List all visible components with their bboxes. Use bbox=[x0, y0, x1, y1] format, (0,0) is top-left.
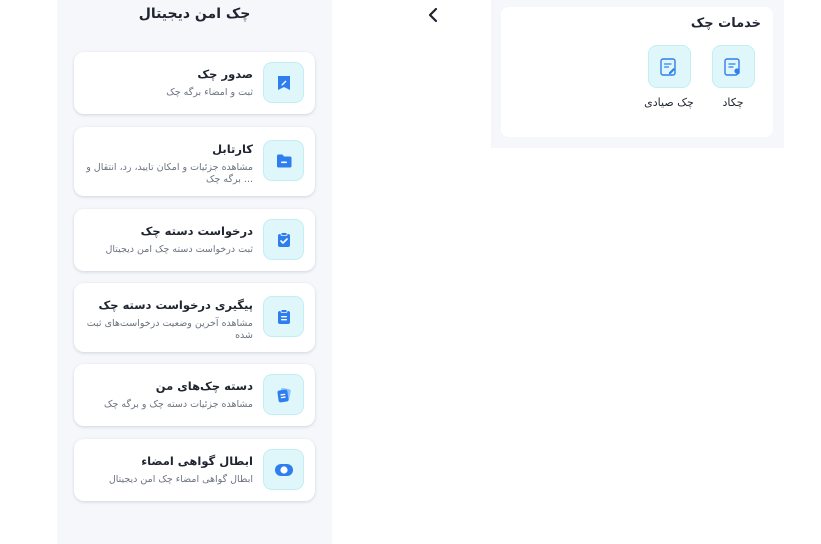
item-subtitle: ثبت درخواست دسته چک امن دیجیتال bbox=[105, 244, 254, 255]
clipboard-check-icon bbox=[263, 219, 304, 260]
service-label: چک صیادی bbox=[644, 96, 694, 109]
service-chakad[interactable]: چکاد bbox=[703, 45, 763, 109]
section-title: خدمات چک bbox=[690, 16, 761, 31]
document-edit-icon bbox=[647, 45, 691, 88]
item-title: صدور چک bbox=[197, 67, 253, 81]
cartable-item[interactable]: کارتابل مشاهده جزئیات و امکان تایید، رد،… bbox=[74, 127, 315, 196]
back-button[interactable] bbox=[421, 3, 445, 27]
my-chequebooks-item[interactable]: دسته چک‌های من مشاهده جزئیات دسته چک و ب… bbox=[74, 364, 315, 426]
document-badge-icon bbox=[711, 45, 755, 88]
item-title: دسته چک‌های من bbox=[155, 379, 253, 393]
page-title: چک امن دیجیتال bbox=[138, 6, 251, 22]
service-label: چکاد bbox=[722, 96, 744, 109]
chevron-left-icon bbox=[428, 7, 438, 23]
service-sayadi-cheque[interactable]: چک صیادی bbox=[639, 45, 699, 109]
digital-cheque-panel: چک امن دیجیتال صدور چک ثبت و امضاء برگه … bbox=[57, 0, 332, 544]
item-subtitle: ثبت و امضاء برگه چک bbox=[166, 87, 253, 98]
folder-icon bbox=[263, 140, 304, 181]
item-subtitle: مشاهده آخرین وضعیت درخواست‌های ثبت شده bbox=[86, 318, 253, 341]
item-title: ابطال گواهی امضاء bbox=[141, 454, 253, 468]
item-title: کارتابل bbox=[212, 142, 253, 156]
item-title: پیگیری درخواست دسته چک bbox=[98, 298, 254, 312]
issue-cheque-item[interactable]: صدور چک ثبت و امضاء برگه چک bbox=[74, 52, 315, 114]
revoke-signature-certificate-item[interactable]: ابطال گواهی امضاء ابطال گواهی امضاء چک ا… bbox=[74, 439, 315, 501]
item-subtitle: ابطال گواهی امضاء چک امن دیجیتال bbox=[108, 474, 253, 485]
cheque-services-card: خدمات چک چکاد چک صیادی bbox=[501, 7, 773, 137]
item-subtitle: مشاهده جزئیات و امکان تایید، رد، انتقال … bbox=[86, 162, 253, 185]
track-chequebook-request-item[interactable]: پیگیری درخواست دسته چک مشاهده آخرین وضعی… bbox=[74, 283, 315, 352]
clipboard-list-icon bbox=[263, 296, 304, 337]
cheque-edit-icon bbox=[263, 62, 304, 103]
cheque-stack-icon bbox=[263, 374, 304, 415]
toggle-icon bbox=[263, 449, 304, 490]
item-subtitle: مشاهده جزئیات دسته چک و برگه چک bbox=[103, 399, 253, 410]
cheque-services-panel: خدمات چک چکاد چک صیادی bbox=[491, 0, 784, 148]
item-title: درخواست دسته چک bbox=[140, 224, 253, 238]
request-chequebook-item[interactable]: درخواست دسته چک ثبت درخواست دسته چک امن … bbox=[74, 209, 315, 271]
